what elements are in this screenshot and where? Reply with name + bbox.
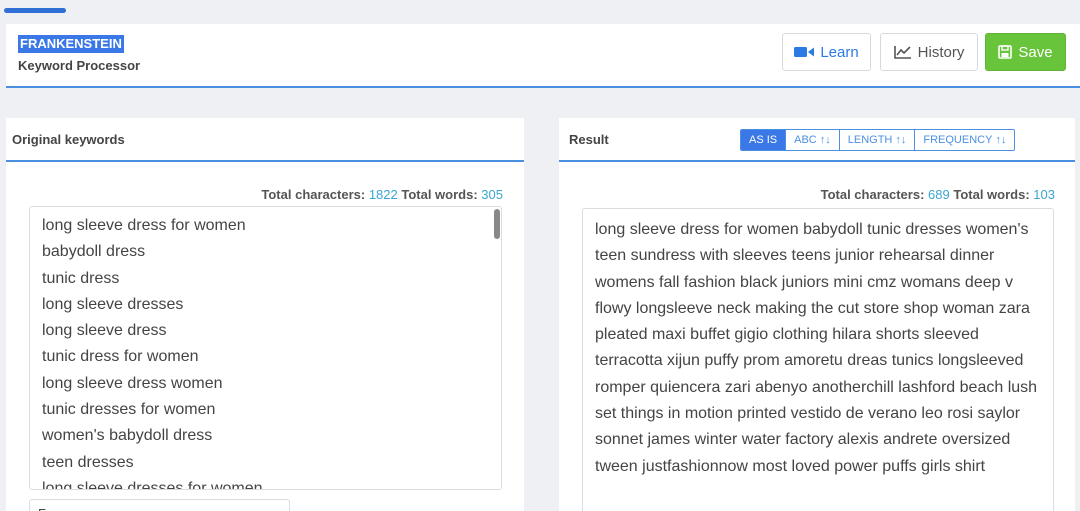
list-item: tunic dress for women [42,348,199,366]
up-down-arrows-icon: ↑↓ [895,134,907,146]
list-item: women's babydoll dress [42,427,213,445]
list-item: babydoll dress [42,243,146,261]
list-item: teen dresses [42,453,134,471]
scrollbar-thumb[interactable] [494,209,500,239]
sort-abc-label: ABC [794,134,817,146]
sort-frequency-button[interactable]: FREQUENCY ↑↓ [914,130,1015,150]
floppy-disk-icon [998,45,1013,59]
history-button-label: History [917,43,965,61]
sort-button-group: AS IS ABC ↑↓ LENGTH ↑↓ FREQUENCY ↑↓ [740,129,1016,151]
original-panel-header: Original keywords [6,118,524,162]
list-item: long sleeve dress [42,322,167,340]
learn-button-label: Learn [820,43,859,61]
sort-abc-button[interactable]: ABC ↑↓ [785,130,839,150]
line-chart-icon [893,45,912,59]
words-value: 305 [481,187,503,202]
header-bar: FRANKENSTEIN Keyword Processor Learn His… [6,24,1080,88]
chars-value: 689 [928,187,950,202]
result-panel-title: Result [569,132,609,147]
video-camera-icon [794,46,815,58]
sort-length-label: LENGTH [847,134,893,146]
list-item: long sleeve dresses [42,295,184,313]
learn-button[interactable]: Learn [782,33,871,71]
words-label: Total words: [401,187,478,202]
result-stats: Total characters: 689 Total words: 103 [821,187,1055,202]
chars-value: 1822 [368,187,398,202]
history-button[interactable]: History [880,33,978,71]
result-textarea[interactable]: long sleeve dress for women babydoll tun… [582,208,1054,511]
secondary-input[interactable]: F... [29,499,290,511]
save-button[interactable]: Save [985,33,1066,71]
result-panel: Result AS IS ABC ↑↓ LENGTH ↑↓ FREQUENCY … [559,118,1075,511]
original-stats: Total characters: 1822 Total words: 305 [261,187,503,202]
list-item: long sleeve dress for women [42,217,246,234]
sort-frequency-label: FREQUENCY [923,134,993,146]
chars-label: Total characters: [261,187,366,202]
sort-as-is-label: AS IS [749,134,778,146]
sort-as-is-button[interactable]: AS IS [741,130,786,150]
list-item: tunic dress [42,269,120,287]
top-progress-accent [4,8,66,13]
words-value: 103 [1033,187,1055,202]
original-keywords-textarea[interactable]: long sleeve dress for women babydoll dre… [29,206,502,490]
up-down-arrows-icon: ↑↓ [819,134,831,146]
up-down-arrows-icon: ↑↓ [995,134,1007,146]
words-label: Total words: [953,187,1030,202]
list-item: long sleeve dress women [42,374,223,392]
keyword-list: long sleeve dress for women babydoll dre… [30,207,501,490]
list-item: tunic dresses for women [42,401,216,419]
sort-length-button[interactable]: LENGTH ↑↓ [838,130,915,150]
original-keywords-panel: Original keywords Total characters: 1822… [6,118,524,511]
app-subtitle: Keyword Processor [18,58,141,73]
list-item: long sleeve dresses for women [42,479,263,490]
save-button-label: Save [1018,43,1053,61]
app-title: FRANKENSTEIN [18,35,124,53]
chars-label: Total characters: [820,187,925,202]
result-panel-header: Result AS IS ABC ↑↓ LENGTH ↑↓ FREQUENCY … [559,118,1075,162]
original-panel-title: Original keywords [12,132,125,147]
